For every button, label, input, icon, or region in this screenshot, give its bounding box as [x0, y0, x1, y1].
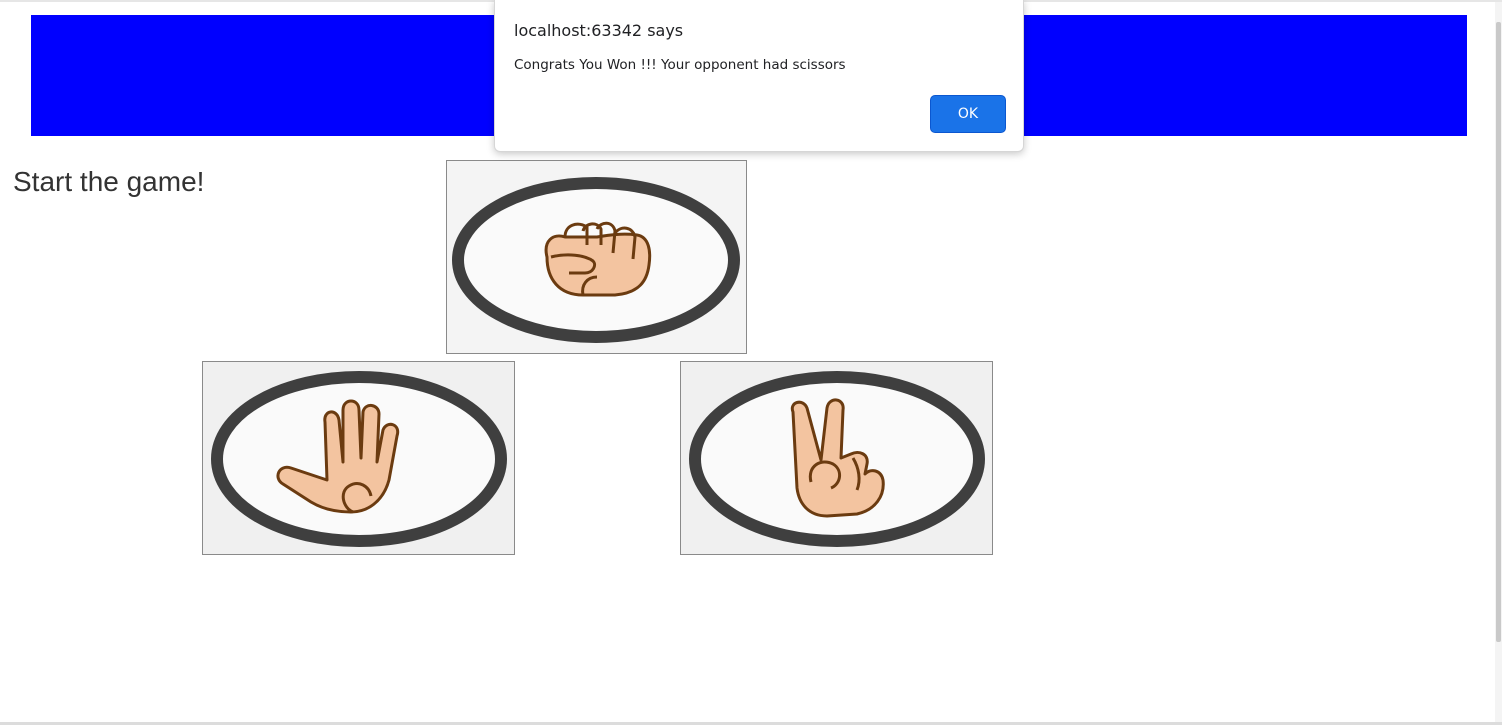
- alert-title: localhost:63342 says: [514, 21, 684, 40]
- rock-choice-button[interactable]: [446, 160, 747, 354]
- paper-choice-button[interactable]: [202, 361, 515, 555]
- fist-hand-icon: [452, 177, 740, 343]
- ok-button[interactable]: OK: [930, 95, 1006, 133]
- scrollbar-thumb[interactable]: [1496, 22, 1501, 642]
- alert-dialog: localhost:63342 says Congrats You Won !!…: [494, 0, 1024, 152]
- alert-message: Congrats You Won !!! Your opponent had s…: [514, 57, 846, 73]
- victory-hand-icon: [689, 371, 985, 547]
- open-hand-icon: [211, 371, 507, 547]
- game-status-text: Start the game!: [13, 166, 205, 197]
- game-page: Start the game! localhost:63342 says Con…: [0, 0, 1502, 725]
- scissors-choice-button[interactable]: [680, 361, 993, 555]
